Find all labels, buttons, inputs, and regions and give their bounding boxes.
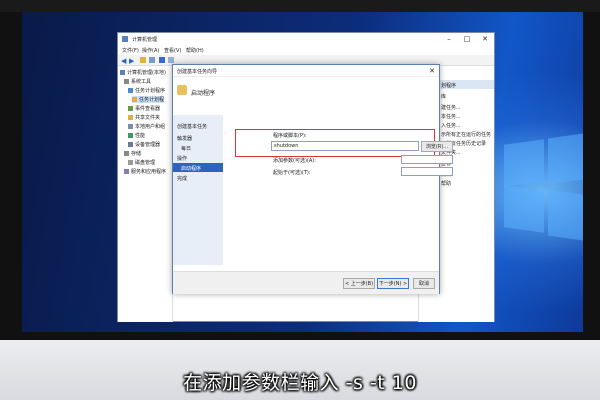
tree-item-root[interactable]: 计算机管理(本地): [120, 69, 166, 76]
app-icon: [122, 36, 128, 42]
tree-item-performance[interactable]: 性能: [128, 132, 145, 139]
action-create-basic-task[interactable]: 本任务...: [441, 113, 461, 120]
storage-icon: [124, 151, 129, 156]
back-button[interactable]: < 上一步(B): [343, 278, 375, 289]
cancel-button[interactable]: 取消: [413, 278, 435, 289]
program-value: shutdown: [274, 143, 299, 149]
computer-icon: [120, 70, 125, 75]
wizard-header: 启动程序: [173, 77, 439, 111]
action-scheduler-header: 划程序: [441, 83, 457, 89]
windows-logo-pane: [548, 189, 583, 241]
event-viewer-icon: [128, 106, 133, 111]
menu-bar: 文件(F) 操作(A) 查看(V) 帮助(H): [118, 45, 494, 55]
action-show-running[interactable]: 示所有正在运行的任务: [441, 131, 491, 138]
args-label: 添加参数(可选)(A):: [273, 158, 316, 164]
menu-help[interactable]: 帮助(H): [186, 47, 204, 54]
windows-logo-pane: [504, 139, 544, 187]
services-icon: [124, 169, 129, 174]
tree-item-services-apps[interactable]: 服务和应用程序: [124, 168, 166, 175]
wizard-titlebar: 创建基本任务向导 ✕: [173, 65, 439, 77]
tree-item-storage[interactable]: 存储: [124, 150, 141, 157]
wizard-heading: 启动程序: [191, 90, 216, 97]
menu-file[interactable]: 文件(F): [122, 47, 139, 54]
args-input[interactable]: [401, 155, 453, 164]
maximize-icon[interactable]: □: [458, 33, 476, 45]
device-icon: [128, 142, 133, 147]
tree-item-task-library[interactable]: 任务计划程: [132, 96, 165, 103]
window-titlebar: 计算机管理 – □ ✕: [118, 33, 494, 45]
video-caption: 在添加参数栏输入 -s -t 10: [183, 372, 417, 394]
minimize-icon[interactable]: –: [440, 33, 458, 45]
disk-icon: [128, 160, 133, 165]
step-create-basic-task[interactable]: 创建基本任务: [177, 123, 207, 130]
step-finish[interactable]: 完成: [177, 175, 187, 182]
action-import-task[interactable]: 入任务...: [441, 122, 461, 129]
help-icon[interactable]: [159, 57, 165, 63]
next-button[interactable]: 下一步(N) >: [377, 278, 409, 289]
users-icon: [128, 124, 133, 129]
tree-item-device-manager[interactable]: 设备管理器: [128, 141, 160, 148]
wizard-footer: < 上一步(B) 下一步(N) > 取消: [173, 271, 439, 294]
action-create-task[interactable]: 建任务...: [441, 104, 461, 111]
close-icon[interactable]: ✕: [476, 33, 494, 45]
browse-button[interactable]: 浏览(R)...: [421, 141, 453, 152]
folder-icon[interactable]: [140, 57, 146, 63]
menu-action[interactable]: 操作(A): [142, 47, 159, 54]
start-in-label: 起始于(可选)(T):: [273, 170, 311, 176]
step-action[interactable]: 操作: [177, 155, 187, 162]
properties-icon[interactable]: [168, 57, 174, 63]
console-icon[interactable]: [149, 57, 155, 63]
screen: 计算机管理 – □ ✕ 文件(F) 操作(A) 查看(V) 帮助(H) ◀ ▶ …: [22, 12, 583, 332]
wizard-steps: 创建基本任务 触发器 每日 操作 启动程序 完成: [173, 115, 223, 265]
create-basic-task-wizard: 创建基本任务向导 ✕ 启动程序 创建基本任务 触发器 每日 操作 启动程序 完成…: [172, 64, 453, 294]
back-arrow-icon[interactable]: ◀: [121, 57, 126, 65]
start-in-input[interactable]: [401, 167, 453, 176]
navigation-tree: 计算机管理(本地) 系统工具 任务计划程序 任务计划程 事件查看器 共享文件夹 …: [118, 66, 173, 322]
folder-icon: [128, 115, 133, 120]
wizard-title: 创建基本任务向导: [177, 69, 218, 75]
task-clock-icon: [177, 85, 187, 95]
menu-view[interactable]: 查看(V): [164, 47, 181, 54]
clock-icon: [128, 88, 133, 93]
tree-item-task-scheduler[interactable]: 任务计划程序: [128, 87, 165, 94]
tree-item-local-users[interactable]: 本地用户和组: [128, 123, 165, 130]
windows-logo-pane: [504, 185, 544, 233]
action-library[interactable]: 库: [441, 93, 446, 100]
tools-icon: [124, 79, 129, 84]
step-trigger[interactable]: 触发器: [177, 135, 192, 142]
forward-arrow-icon[interactable]: ▶: [129, 57, 134, 65]
program-input[interactable]: shutdown: [271, 141, 419, 151]
tree-item-shared-folders[interactable]: 共享文件夹: [128, 114, 160, 121]
step-start-program[interactable]: 启动程序: [181, 165, 201, 172]
close-icon[interactable]: ✕: [425, 65, 439, 77]
windows-logo-pane: [548, 133, 583, 185]
tree-item-disk-management[interactable]: 磁盘管理: [128, 159, 155, 166]
action-help[interactable]: 帮助: [441, 180, 451, 187]
tree-item-event-viewer[interactable]: 事件查看器: [128, 105, 160, 112]
monitor-top-edge: [0, 0, 600, 12]
performance-icon: [128, 133, 133, 138]
program-label: 程序或脚本(P):: [273, 133, 307, 139]
window-title: 计算机管理: [132, 37, 158, 43]
step-daily[interactable]: 每日: [181, 145, 191, 152]
folder-icon: [132, 97, 137, 102]
tree-item-system-tools[interactable]: 系统工具: [124, 78, 151, 85]
